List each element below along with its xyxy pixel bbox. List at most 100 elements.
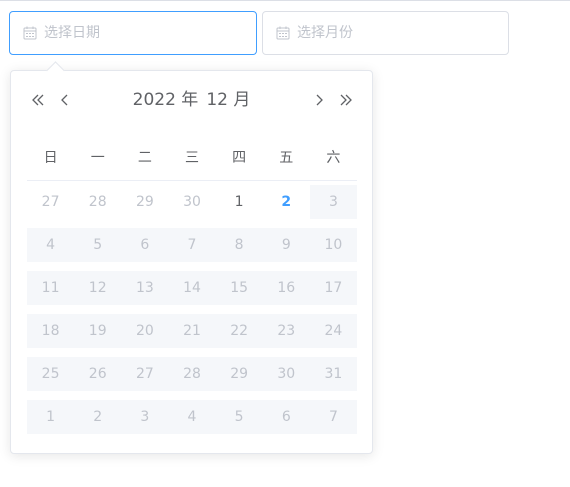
date-number: 7 xyxy=(309,399,357,434)
weekday-label: 四 xyxy=(215,134,263,181)
date-number: 7 xyxy=(168,227,216,262)
year-label[interactable]: 2022 年 xyxy=(133,90,199,110)
week-row: 4 5 6 7 8 9 10 xyxy=(27,223,357,266)
date-number: 17 xyxy=(309,270,357,305)
date-number: 5 xyxy=(215,399,263,434)
date-cell: 29 xyxy=(215,352,263,395)
date-table: 日 一 二 三 四 五 六 27 28 29 30 1 2 3 4 5 6 7 8 9 10 11 12 13 1… xyxy=(27,134,357,438)
date-number[interactable]: 1 xyxy=(216,185,263,219)
date-number: 23 xyxy=(262,313,310,348)
date-number: 8 xyxy=(215,227,263,262)
date-number: 10 xyxy=(309,227,357,262)
date-number: 15 xyxy=(215,270,263,305)
date-number: 14 xyxy=(168,270,216,305)
date-cell: 11 xyxy=(27,266,75,309)
date-number: 5 xyxy=(74,227,122,262)
date-cell: 27 xyxy=(121,352,169,395)
date-number: 31 xyxy=(309,356,357,391)
date-cell: 12 xyxy=(74,266,122,309)
double-chevron-right-icon xyxy=(340,94,352,106)
week-row: 27 28 29 30 1 2 3 xyxy=(27,181,357,224)
date-cell: 30 xyxy=(262,352,310,395)
date-number: 28 xyxy=(88,194,107,210)
today-date[interactable]: 2 xyxy=(263,185,310,219)
date-number: 1 xyxy=(27,399,75,434)
weekday-label: 六 xyxy=(309,134,357,181)
date-cell: 17 xyxy=(309,266,357,309)
date-cell: 3 xyxy=(309,181,357,224)
date-number: 12 xyxy=(74,270,122,305)
weekday-label: 五 xyxy=(262,134,310,181)
date-number: 4 xyxy=(168,399,216,434)
date-cell: 7 xyxy=(168,223,216,266)
date-cell: 13 xyxy=(121,266,169,309)
date-number: 3 xyxy=(309,185,357,219)
popper-arrow xyxy=(46,61,65,80)
calendar-icon xyxy=(23,26,37,40)
weekday-label: 日 xyxy=(27,134,75,181)
date-cell[interactable]: 2 xyxy=(263,181,310,224)
date-number: 27 xyxy=(41,194,60,210)
date-number: 2 xyxy=(74,399,122,434)
date-cell[interactable]: 1 xyxy=(216,181,263,224)
date-cell: 23 xyxy=(262,309,310,352)
date-cell: 4 xyxy=(27,223,75,266)
date-number: 13 xyxy=(121,270,169,305)
date-number: 24 xyxy=(309,313,357,348)
date-cell: 26 xyxy=(74,352,122,395)
date-cell: 7 xyxy=(309,395,357,438)
date-number: 22 xyxy=(215,313,263,348)
date-input-field[interactable] xyxy=(44,25,234,41)
date-cell: 16 xyxy=(262,266,310,309)
chevron-right-icon xyxy=(316,94,323,106)
date-cell: 27 xyxy=(27,181,74,224)
date-cell: 14 xyxy=(168,266,216,309)
date-cell: 30 xyxy=(168,181,215,224)
date-cell: 2 xyxy=(74,395,122,438)
date-cell: 31 xyxy=(309,352,357,395)
date-cell: 28 xyxy=(168,352,216,395)
date-cell: 24 xyxy=(309,309,357,352)
date-cell: 15 xyxy=(215,266,263,309)
date-picker-input[interactable] xyxy=(9,11,257,55)
date-cell: 29 xyxy=(121,181,168,224)
date-cell: 5 xyxy=(215,395,263,438)
date-number: 26 xyxy=(74,356,122,391)
date-number: 9 xyxy=(262,227,310,262)
weekday-label: 三 xyxy=(168,134,216,181)
date-number: 27 xyxy=(121,356,169,391)
date-cell: 20 xyxy=(121,309,169,352)
date-cell: 8 xyxy=(215,223,263,266)
date-number: 3 xyxy=(121,399,169,434)
date-cell: 18 xyxy=(27,309,75,352)
date-number: 30 xyxy=(262,356,310,391)
date-number: 29 xyxy=(135,194,154,210)
next-month-button[interactable] xyxy=(309,90,329,110)
date-number: 20 xyxy=(121,313,169,348)
date-number: 30 xyxy=(183,194,201,210)
month-picker-input[interactable] xyxy=(262,11,509,55)
month-input-field[interactable] xyxy=(297,25,487,41)
date-picker-panel: 2022 年 12 月 日 一 二 三 四 五 六 27 28 29 30 1 2 3 4 5 6 7… xyxy=(10,61,373,454)
date-cell: 4 xyxy=(168,395,216,438)
calendar-icon xyxy=(276,26,290,40)
date-number: 6 xyxy=(121,227,169,262)
date-cell: 5 xyxy=(74,223,122,266)
date-cell: 10 xyxy=(309,223,357,266)
week-row: 11 12 13 14 15 16 17 xyxy=(27,266,357,309)
week-row: 1234567 xyxy=(27,395,357,438)
next-year-button[interactable] xyxy=(336,90,356,110)
date-number: 21 xyxy=(168,313,216,348)
date-cell: 6 xyxy=(262,395,310,438)
date-cell: 25 xyxy=(27,352,75,395)
month-label[interactable]: 12 月 xyxy=(206,90,250,110)
date-cell: 6 xyxy=(121,223,169,266)
date-number: 6 xyxy=(262,399,310,434)
date-cell: 19 xyxy=(74,309,122,352)
top-divider xyxy=(0,0,570,1)
date-cell: 22 xyxy=(215,309,263,352)
date-number: 29 xyxy=(215,356,263,391)
weekday-header-row: 日 一 二 三 四 五 六 xyxy=(27,134,357,181)
date-cell: 1 xyxy=(27,395,75,438)
date-cell: 9 xyxy=(262,223,310,266)
